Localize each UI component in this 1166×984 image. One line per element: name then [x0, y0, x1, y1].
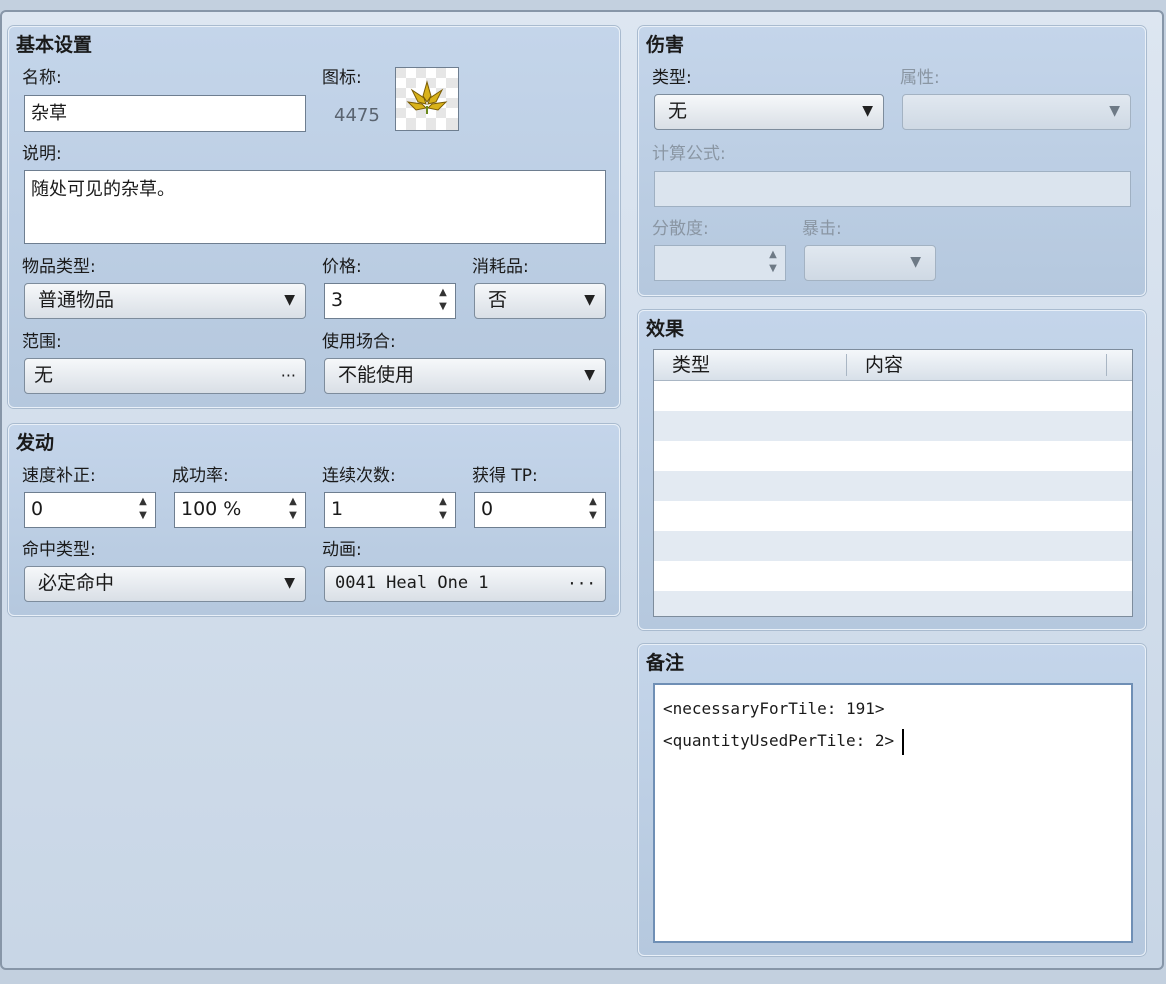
variance-spinbox[interactable]: ▲ ▼: [654, 245, 786, 281]
speed-spinbox[interactable]: 0 ▲ ▼: [24, 492, 156, 528]
success-rate-value: 100 %: [181, 498, 242, 520]
element-select[interactable]: ▼: [902, 94, 1131, 130]
formula-input[interactable]: [654, 171, 1131, 207]
basic-settings-title: 基本设置: [16, 34, 93, 56]
effects-table[interactable]: 类型 内容: [653, 349, 1133, 617]
icon-label: 图标:: [322, 68, 362, 88]
consumable-value: 否: [488, 289, 508, 311]
spin-arrows-icon[interactable]: ▲ ▼: [287, 495, 299, 523]
scope-value: 无: [34, 364, 54, 386]
damage-panel: 伤害 类型: 无 ▼ 属性: ▼ 计算公式: 分散度: ▲ ▼ 暴击: ▼: [638, 26, 1146, 296]
spin-arrows-icon[interactable]: ▲ ▼: [767, 248, 779, 276]
notes-panel: 备注 <necessaryForTile: 191> <quantityUsed…: [638, 644, 1146, 956]
damage-title: 伤害: [646, 34, 685, 56]
element-label: 属性:: [900, 68, 940, 88]
damage-type-select[interactable]: 无 ▼: [654, 94, 884, 130]
note-line: <necessaryForTile: 191>: [663, 699, 885, 718]
table-row[interactable]: [654, 381, 1132, 411]
critical-select[interactable]: ▼: [804, 245, 936, 281]
tp-gain-value: 0: [481, 498, 494, 520]
animation-select[interactable]: 0041 Heal One 1 ···: [324, 566, 606, 602]
damage-type-label: 类型:: [652, 68, 692, 88]
occasion-value: 不能使用: [338, 364, 415, 386]
table-row[interactable]: [654, 531, 1132, 561]
more-icon: ···: [280, 366, 296, 385]
table-row[interactable]: [654, 411, 1132, 441]
notes-title: 备注: [646, 652, 685, 674]
table-row[interactable]: [654, 441, 1132, 471]
table-row[interactable]: [654, 561, 1132, 591]
chevron-down-icon: ▼: [910, 254, 921, 270]
animation-value: 0041 Heal One 1: [335, 573, 489, 593]
invocation-title: 发动: [16, 432, 55, 454]
column-header-type[interactable]: 类型: [672, 350, 710, 380]
effects-table-header: 类型 内容: [654, 350, 1132, 381]
consumable-label: 消耗品:: [472, 257, 529, 277]
occasion-select[interactable]: 不能使用 ▼: [324, 358, 606, 394]
spin-arrows-icon[interactable]: ▲ ▼: [137, 495, 149, 523]
spin-arrows-icon[interactable]: ▲ ▼: [437, 286, 449, 314]
formula-label: 计算公式:: [652, 144, 726, 164]
animation-label: 动画:: [322, 540, 362, 560]
repeat-value: 1: [331, 498, 344, 520]
hit-type-label: 命中类型:: [22, 540, 96, 560]
chevron-down-icon: ▼: [584, 367, 595, 383]
description-textarea[interactable]: 随处可见的杂草。: [24, 170, 606, 244]
table-row[interactable]: [654, 591, 1132, 616]
success-rate-spinbox[interactable]: 100 % ▲ ▼: [174, 492, 306, 528]
chevron-down-icon: ▼: [284, 292, 295, 308]
tp-gain-spinbox[interactable]: 0 ▲ ▼: [474, 492, 606, 528]
notes-textarea[interactable]: <necessaryForTile: 191> <quantityUsedPer…: [653, 683, 1133, 943]
tp-gain-label: 获得 TP:: [472, 466, 538, 486]
critical-label: 暴击:: [802, 219, 842, 239]
table-row[interactable]: [654, 501, 1132, 531]
invocation-panel: 发动 速度补正: 0 ▲ ▼ 成功率: 100 % ▲ ▼ 连续次数: 1 ▲ ▼ 获…: [8, 424, 620, 616]
item-type-value: 普通物品: [38, 289, 115, 311]
weed-leaf-icon: [396, 68, 458, 130]
repeat-spinbox[interactable]: 1 ▲ ▼: [324, 492, 456, 528]
description-label: 说明:: [22, 144, 62, 164]
hit-type-value: 必定命中: [38, 572, 115, 594]
price-label: 价格:: [322, 257, 362, 277]
price-spinbox[interactable]: 3 ▲ ▼: [324, 283, 456, 319]
hit-type-select[interactable]: 必定命中 ▼: [24, 566, 306, 602]
item-icon-picker[interactable]: [395, 67, 459, 131]
item-type-select[interactable]: 普通物品 ▼: [24, 283, 306, 319]
speed-value: 0: [31, 498, 44, 520]
variance-label: 分散度:: [652, 219, 709, 239]
price-value: 3: [331, 289, 344, 311]
table-row[interactable]: [654, 471, 1132, 501]
repeat-label: 连续次数:: [322, 466, 396, 486]
speed-label: 速度补正:: [22, 466, 96, 486]
text-cursor: [902, 728, 905, 755]
occasion-label: 使用场合:: [322, 332, 396, 352]
name-label: 名称:: [22, 68, 62, 88]
effects-title: 效果: [646, 318, 685, 340]
icon-index: 4475: [334, 105, 380, 126]
damage-type-value: 无: [668, 100, 688, 122]
name-input[interactable]: 杂草: [24, 95, 306, 132]
chevron-down-icon: ▼: [284, 575, 295, 591]
chevron-down-icon: ▼: [584, 292, 595, 308]
success-rate-label: 成功率:: [172, 466, 229, 486]
chevron-down-icon: ▼: [862, 103, 873, 119]
column-header-content[interactable]: 内容: [865, 350, 903, 380]
basic-settings-panel: 基本设置 名称: 杂草 图标: 4475 说明: 随处可见的杂草。 物品类型: …: [8, 26, 620, 408]
scope-select[interactable]: 无 ···: [24, 358, 306, 394]
item-editor-window: 基本设置 名称: 杂草 图标: 4475 说明: 随处可见的杂草。 物品类型: …: [0, 10, 1164, 970]
note-line: <quantityUsedPerTile: 2>: [663, 731, 895, 750]
scope-label: 范围:: [22, 332, 62, 352]
more-icon: ···: [567, 574, 596, 593]
spin-arrows-icon[interactable]: ▲ ▼: [437, 495, 449, 523]
consumable-select[interactable]: 否 ▼: [474, 283, 606, 319]
effects-panel: 效果 类型 内容: [638, 310, 1146, 630]
item-type-label: 物品类型:: [22, 257, 96, 277]
spin-arrows-icon[interactable]: ▲ ▼: [587, 495, 599, 523]
chevron-down-icon: ▼: [1109, 103, 1120, 119]
